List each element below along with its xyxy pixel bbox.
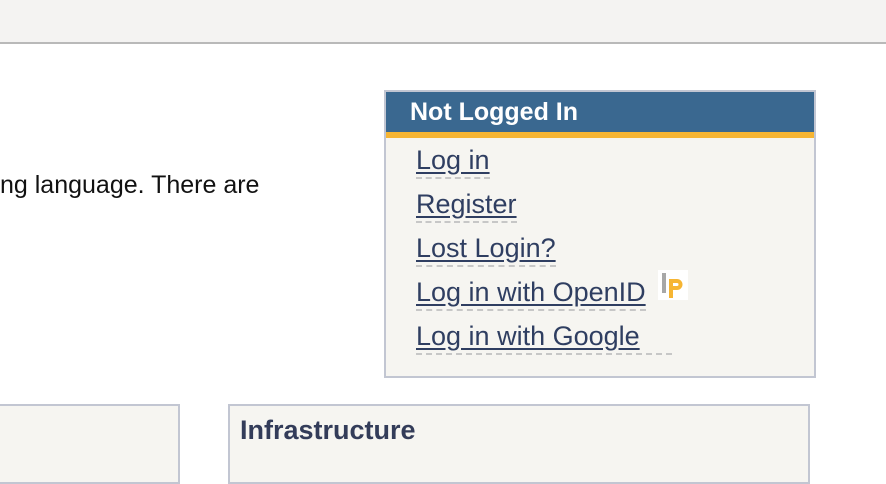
intro-text: ng language. There are [0,171,260,199]
openid-icon [658,270,689,300]
list-item: Lost Login? [416,232,688,276]
infrastructure-title: Infrastructure [240,415,416,445]
browser-top-bar [0,0,886,44]
login-links-list: Log in Register Lost Login? Log in with … [416,144,689,364]
list-item: Log in with Google [416,320,688,364]
log-in-with-google-link[interactable]: Log in with Google [416,321,672,355]
log-in-link[interactable]: Log in [416,145,490,179]
list-item: Register [416,188,688,232]
left-panel [0,404,180,484]
list-item: Log in [416,144,688,188]
list-item: Log in with OpenID [416,270,689,320]
register-link[interactable]: Register [416,189,517,223]
infrastructure-panel: Infrastructure [228,404,810,484]
login-box-title: Not Logged In [410,98,579,126]
log-in-with-openid-link[interactable]: Log in with OpenID [416,277,646,311]
login-box-header: Not Logged In [386,92,814,138]
lost-login-link[interactable]: Lost Login? [416,233,556,267]
login-box: Not Logged In Log in Register Lost Login… [384,90,816,378]
